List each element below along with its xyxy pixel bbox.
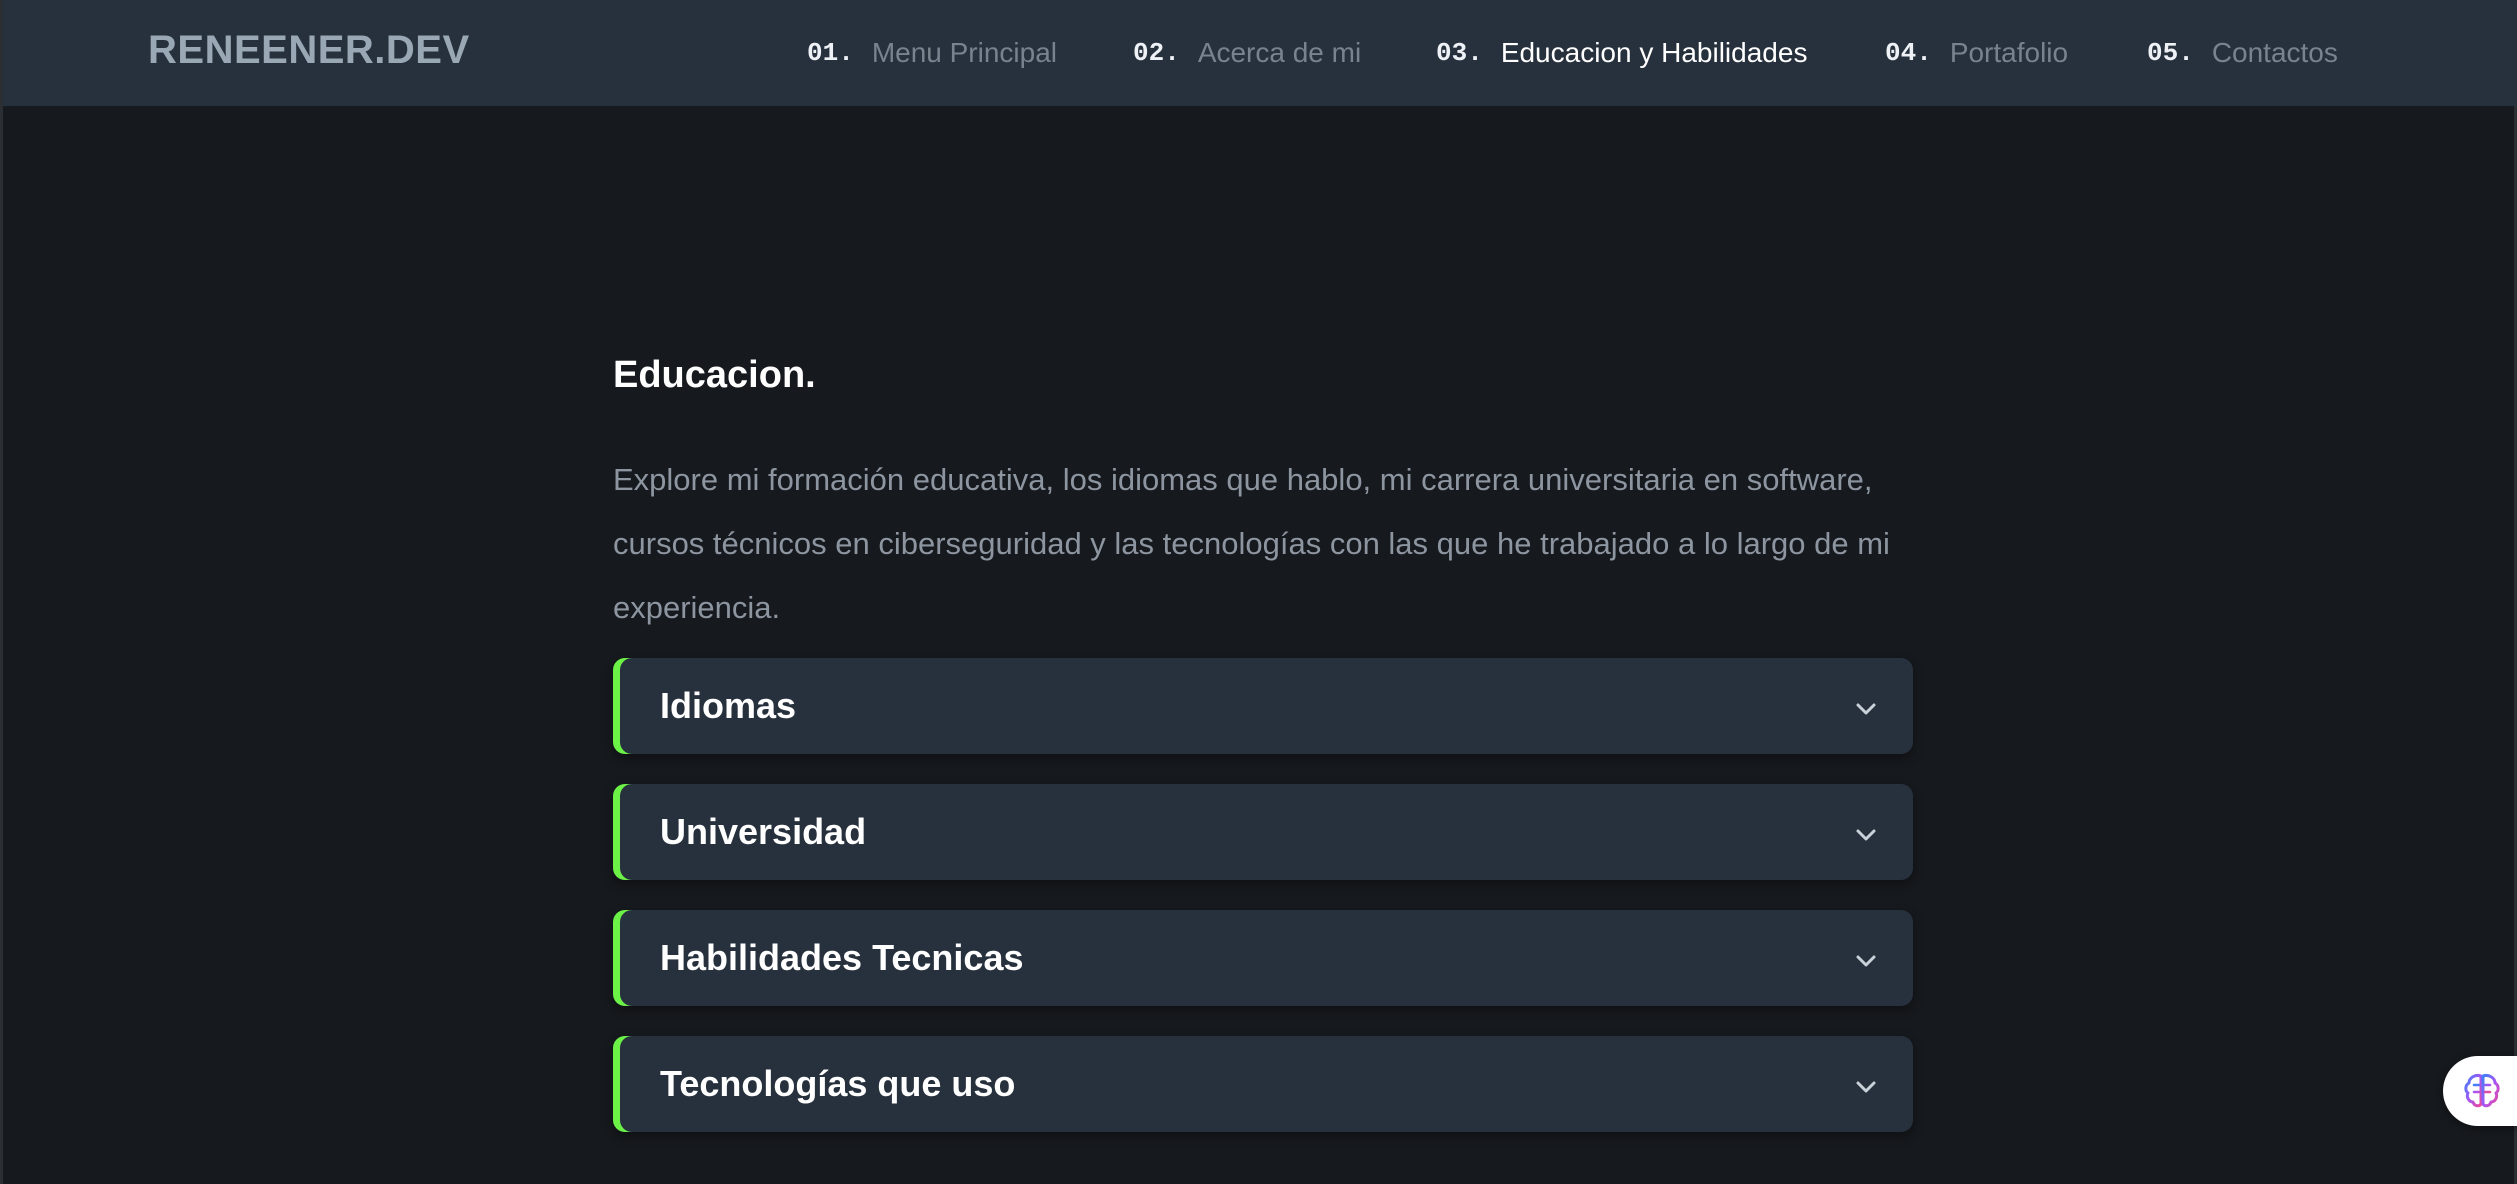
nav-label: Menu Principal	[871, 37, 1058, 68]
accordion-title: Habilidades Tecnicas	[660, 937, 1024, 978]
accordion-title: Idiomas	[660, 685, 797, 726]
chevron-down-icon	[1856, 829, 1876, 841]
accordion-title: Tecnologías que uso	[660, 1063, 1016, 1104]
nav-number: 01.	[807, 38, 854, 68]
nav-label: Acerca de mi	[1197, 37, 1362, 68]
section-description: Explore mi formación educativa, los idio…	[613, 462, 1890, 625]
brain-icon	[2464, 1074, 2500, 1108]
nav-menu-principal[interactable]: 01. Menu Principal	[807, 33, 1057, 73]
nav-educacion-habilidades[interactable]: 03. Educacion y Habilidades	[1436, 33, 1807, 73]
nav-label: Contactos	[2211, 37, 2338, 68]
nav-label: Portafolio	[1949, 37, 2069, 68]
nav-acerca-de-mi[interactable]: 02. Acerca de mi	[1133, 33, 1361, 73]
accordion-habilidades-tecnicas[interactable]: Habilidades Tecnicas	[613, 910, 1913, 1006]
nav-number: 02.	[1133, 38, 1180, 68]
site-logo[interactable]: RENEENER.DEV	[148, 28, 470, 73]
navbar: RENEENER.DEV 01. Menu Principal 02. Acer…	[3, 0, 2517, 106]
chevron-down-icon	[1856, 703, 1876, 715]
accordion-idiomas[interactable]: Idiomas	[613, 658, 1913, 754]
nav-number: 05.	[2147, 38, 2194, 68]
section-title: Educacion.	[613, 354, 816, 396]
nav-portafolio[interactable]: 04. Portafolio	[1885, 33, 2068, 73]
assistant-widget-button[interactable]	[2443, 1056, 2517, 1126]
chevron-down-icon	[1856, 1081, 1876, 1093]
nav-number: 03.	[1436, 38, 1483, 68]
nav-number: 04.	[1885, 38, 1932, 68]
nav-label: Educacion y Habilidades	[1500, 37, 1808, 68]
accordion-title: Universidad	[660, 811, 867, 852]
accordion-tecnologias[interactable]: Tecnologías que uso	[613, 1036, 1913, 1132]
accordion-universidad[interactable]: Universidad	[613, 784, 1913, 880]
page: RENEENER.DEV 01. Menu Principal 02. Acer…	[0, 0, 2517, 1184]
nav-contactos[interactable]: 05. Contactos	[2147, 33, 2338, 73]
chevron-down-icon	[1856, 955, 1876, 967]
